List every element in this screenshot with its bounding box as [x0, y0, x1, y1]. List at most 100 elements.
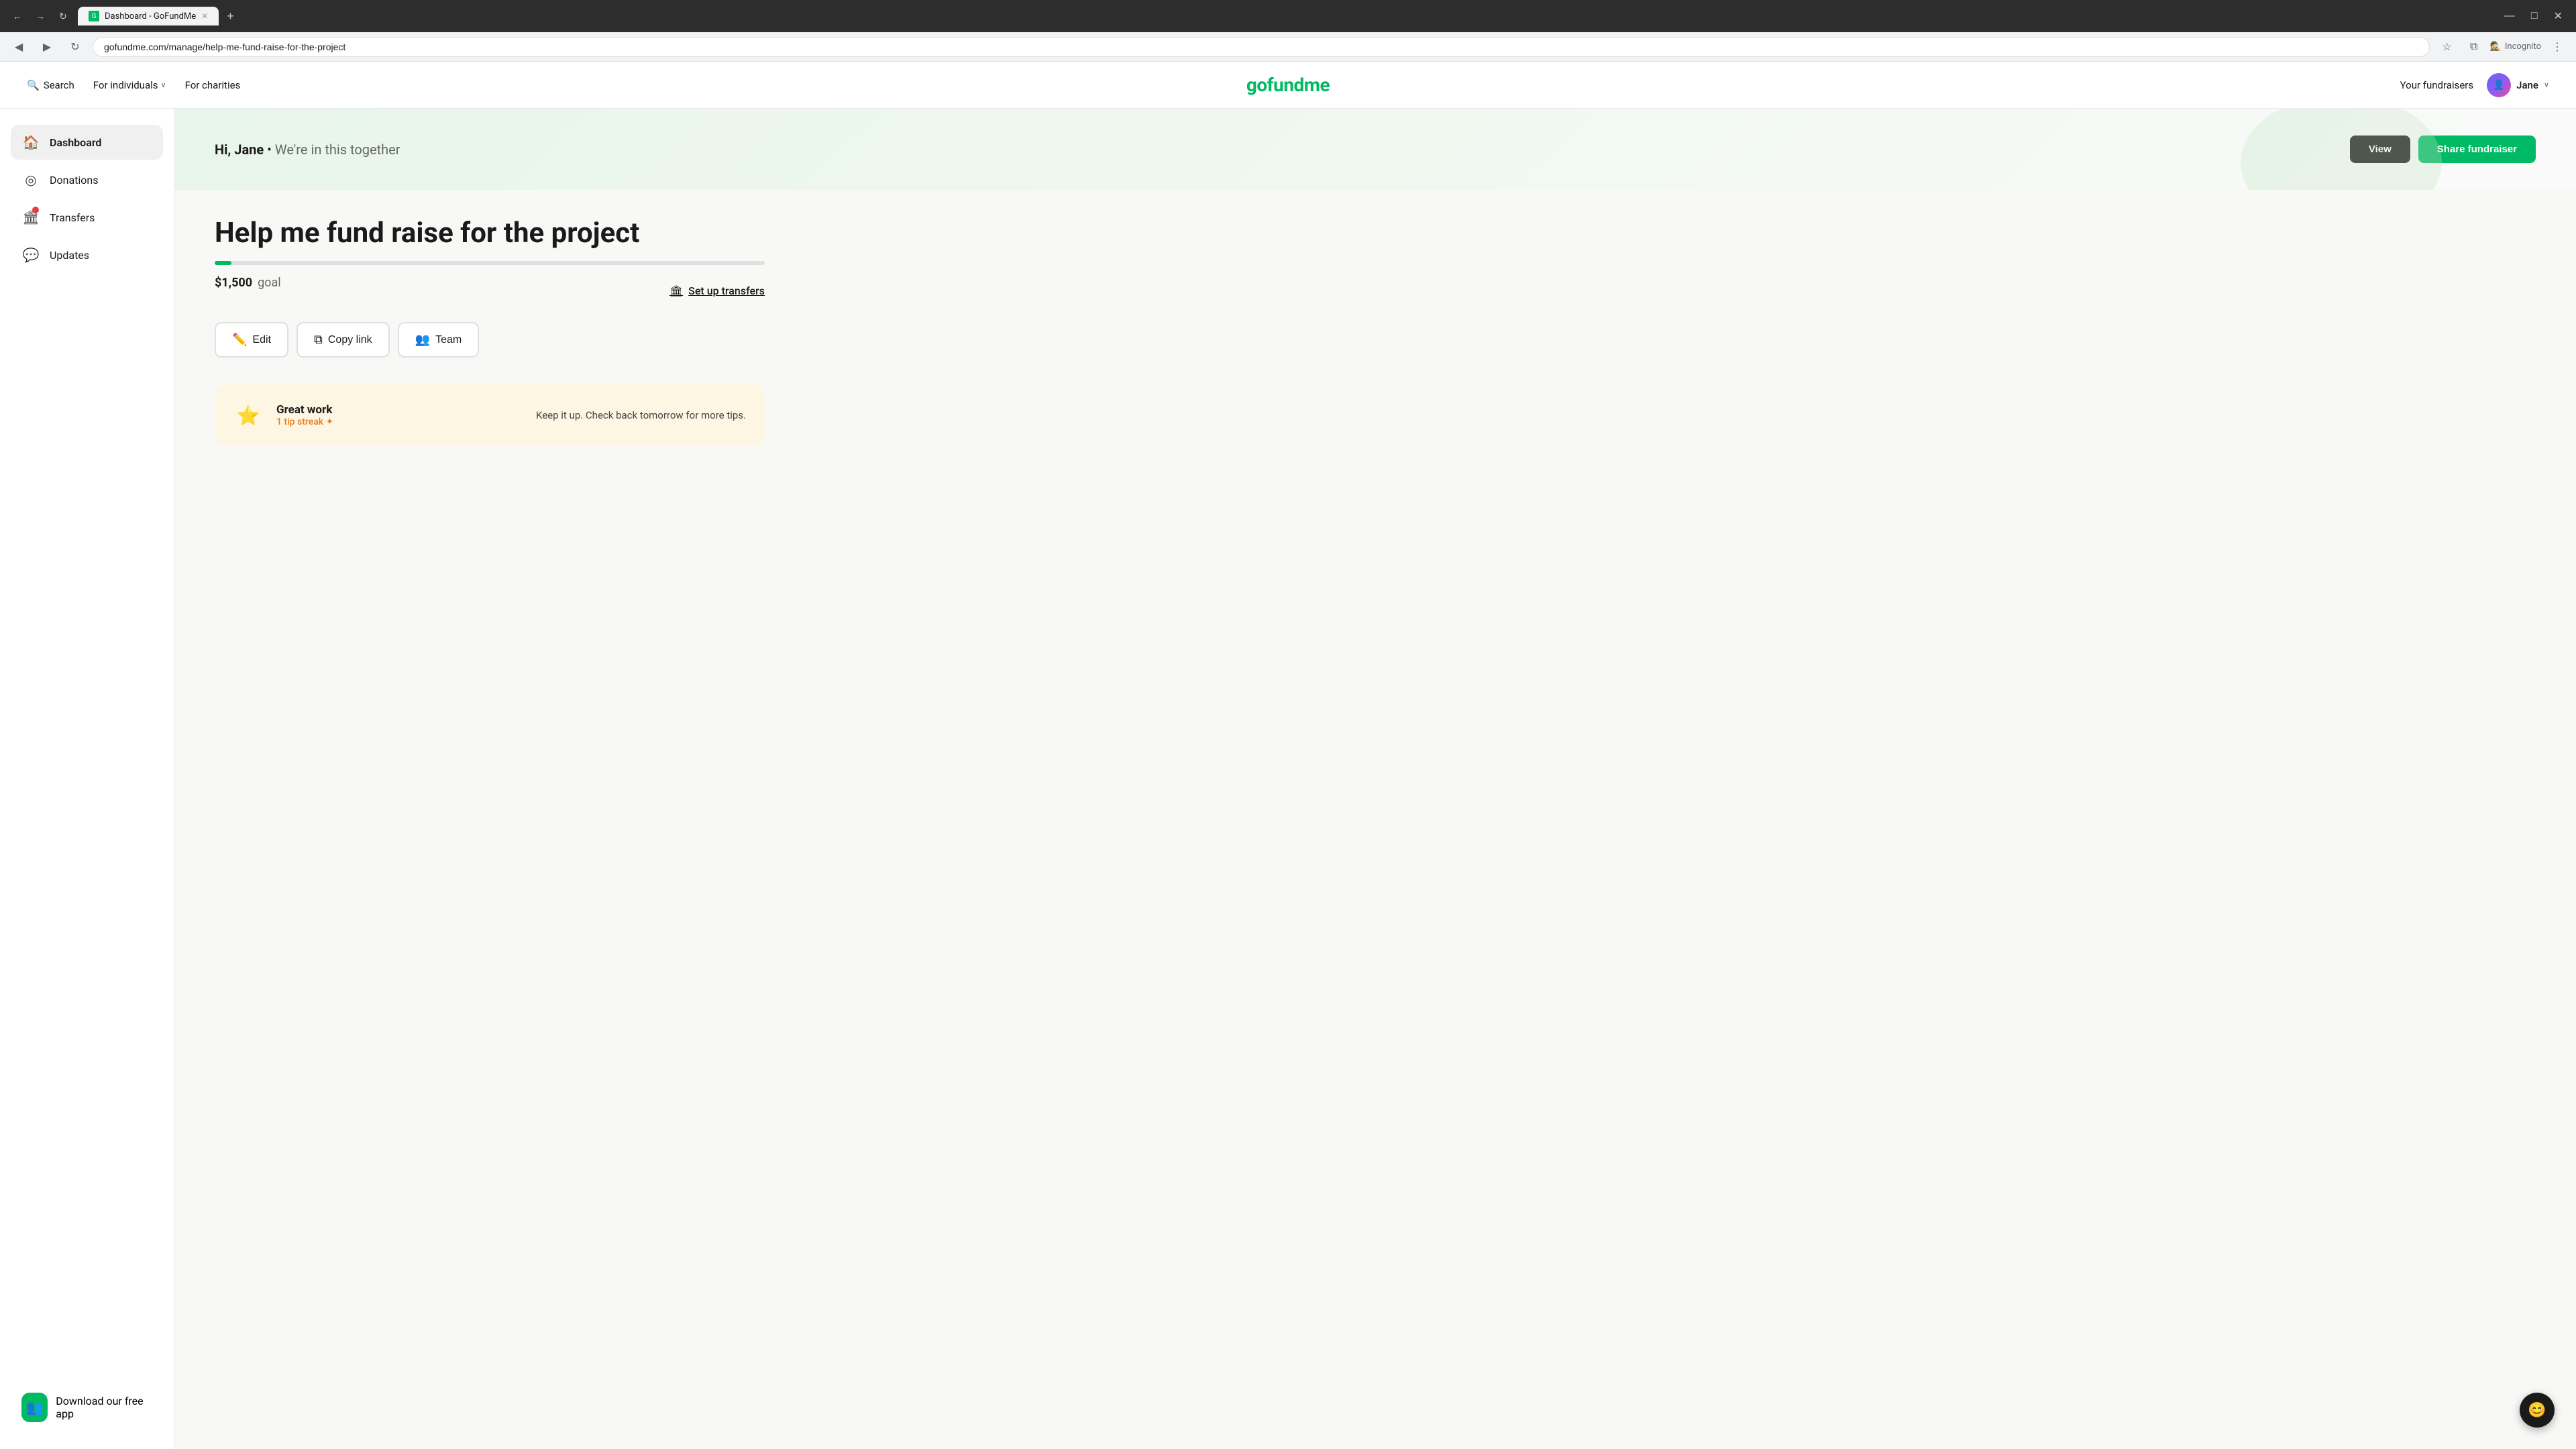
edit-label: Edit [252, 334, 271, 346]
maximize-button[interactable]: □ [2526, 8, 2543, 24]
greeting-text: Hi, Jane • We're in this together [215, 142, 400, 158]
minimize-button[interactable]: — [2499, 8, 2520, 24]
sidebar-item-transfers[interactable]: 🏛 Transfers [11, 200, 163, 235]
tip-streak: 1 tip streak ✦ [276, 417, 523, 427]
for-charities-label: For charities [185, 79, 241, 91]
refresh-nav-button[interactable]: ↻ [64, 36, 86, 58]
for-individuals-link[interactable]: For individuals ∨ [93, 79, 166, 91]
copy-link-label: Copy link [328, 334, 372, 346]
back-nav-button[interactable]: ◀ [8, 36, 30, 58]
chat-icon: 😊 [2528, 1402, 2546, 1419]
team-label: Team [435, 334, 462, 346]
tip-title: Great work [276, 403, 523, 417]
fundraiser-title: Help me fund raise for the project [215, 217, 2536, 250]
menu-button[interactable]: ⋮ [2546, 36, 2568, 58]
address-input[interactable] [93, 37, 2430, 57]
tab-title: Dashboard - GoFundMe [105, 11, 196, 21]
active-tab[interactable]: G Dashboard - GoFundMe ✕ [78, 7, 219, 25]
setup-transfers-label: Set up transfers [688, 284, 765, 297]
your-fundraisers-link[interactable]: Your fundraisers [2400, 79, 2474, 91]
team-button[interactable]: 👥 Team [398, 322, 480, 358]
sidebar-item-label-donations: Donations [50, 174, 99, 186]
search-link[interactable]: 🔍 Search [27, 79, 74, 91]
goal-amount: $1,500 [215, 276, 252, 290]
tip-section: ⭐ Great work 1 tip streak ✦ Keep it up. … [174, 384, 2576, 473]
action-buttons: ✏️ Edit ⧉ Copy link 👥 Team [215, 322, 2536, 358]
tip-star-icon: ⭐ [233, 400, 263, 430]
donations-icon: ◎ [21, 170, 40, 189]
progress-bar-fill [215, 261, 231, 265]
bookmark-button[interactable]: ☆ [2436, 36, 2458, 58]
incognito-label: Incognito [2505, 42, 2541, 52]
incognito-icon: 🕵 [2490, 42, 2501, 52]
forward-nav-button[interactable]: ▶ [36, 36, 58, 58]
header-left: 🔍 Search For individuals ∨ For charities [27, 79, 240, 91]
user-chevron-icon: ∨ [2544, 80, 2549, 89]
browser-controls: ← → ↻ [8, 7, 72, 25]
edit-icon: ✏️ [232, 333, 247, 347]
copy-link-button[interactable]: ⧉ Copy link [297, 322, 390, 358]
greeting-subtitle: We're in this together [275, 142, 400, 158]
user-avatar: 👤 [2487, 73, 2511, 97]
browser-chrome: ← → ↻ G Dashboard - GoFundMe ✕ + — □ ✕ [0, 0, 2576, 32]
for-individuals-label: For individuals [93, 79, 158, 91]
tip-card: ⭐ Great work 1 tip streak ✦ Keep it up. … [215, 384, 765, 446]
notification-dot [32, 207, 39, 213]
main-layout: 🏠 Dashboard ◎ Donations 🏛 Transfers 💬 Up… [0, 109, 2576, 1449]
greeting-separator: • [267, 142, 275, 158]
forward-button[interactable]: → [31, 7, 50, 25]
back-button[interactable]: ← [8, 7, 27, 25]
banner-actions: View Share fundraiser [2350, 136, 2536, 163]
sidebar: 🏠 Dashboard ◎ Donations 🏛 Transfers 💬 Up… [0, 109, 174, 1449]
view-button[interactable]: View [2350, 136, 2410, 163]
dashboard-icon: 🏠 [21, 133, 40, 152]
tab-close-button[interactable]: ✕ [201, 11, 208, 21]
updates-icon: 💬 [21, 246, 40, 264]
site-wrapper: 🔍 Search For individuals ∨ For charities… [0, 62, 2576, 1449]
sidebar-item-donations[interactable]: ◎ Donations [11, 162, 163, 197]
sidebar-item-dashboard[interactable]: 🏠 Dashboard [11, 125, 163, 160]
user-menu[interactable]: 👤 Jane ∨ [2487, 73, 2549, 97]
for-individuals-chevron: ∨ [161, 80, 166, 89]
sidebar-item-label-dashboard: Dashboard [50, 136, 101, 149]
share-fundraiser-button[interactable]: Share fundraiser [2418, 136, 2536, 163]
dashboard-banner: Hi, Jane • We're in this together View S… [174, 109, 2576, 190]
goal-text: $1,500 goal [215, 276, 281, 290]
chat-bubble[interactable]: 😊 [2520, 1393, 2555, 1428]
sidebar-item-updates[interactable]: 💬 Updates [11, 237, 163, 272]
goal-label: goal [258, 276, 281, 290]
sidebar-item-label-transfers: Transfers [50, 211, 95, 224]
address-actions: ☆ ⧉ 🕵 Incognito ⋮ [2436, 36, 2568, 58]
new-tab-button[interactable]: + [221, 7, 239, 26]
address-bar-row: ◀ ▶ ↻ ☆ ⧉ 🕵 Incognito ⋮ [0, 32, 2576, 62]
fundraiser-section: Help me fund raise for the project $1,50… [174, 190, 2576, 384]
for-charities-link[interactable]: For charities [185, 79, 241, 91]
search-icon: 🔍 [27, 79, 40, 91]
logo-center: gofundme [1246, 74, 1330, 96]
incognito-badge: 🕵 Incognito [2490, 42, 2541, 52]
sidebar-item-label-updates: Updates [50, 249, 89, 262]
download-app-link[interactable]: 👥 Download our free app [21, 1393, 152, 1422]
refresh-button[interactable]: ↻ [54, 7, 72, 25]
tab-favicon: G [89, 11, 99, 21]
gofundme-logo[interactable]: gofundme [1246, 74, 1330, 96]
main-content: Hi, Jane • We're in this together View S… [174, 109, 2576, 1449]
setup-transfers-link[interactable]: 🏛 Set up transfers [669, 284, 765, 297]
copy-icon: ⧉ [314, 333, 323, 347]
setup-transfers-icon: 🏛 [669, 284, 683, 297]
sidebar-bottom: 👥 Download our free app [11, 1382, 163, 1433]
tab-bar: G Dashboard - GoFundMe ✕ + [78, 7, 2493, 26]
user-name: Jane [2516, 79, 2538, 91]
app-icon: 👥 [21, 1393, 48, 1422]
site-header: 🔍 Search For individuals ∨ For charities… [0, 62, 2576, 109]
split-view-button[interactable]: ⧉ [2463, 36, 2485, 58]
goal-row: $1,500 goal 🏛 Set up transfers [215, 276, 765, 306]
download-app-label: Download our free app [56, 1395, 152, 1420]
tip-content: Great work 1 tip streak ✦ [276, 403, 523, 427]
edit-button[interactable]: ✏️ Edit [215, 322, 288, 358]
window-close-button[interactable]: ✕ [2548, 8, 2568, 24]
greeting-name: Hi, Jane [215, 142, 264, 158]
tip-body: Keep it up. Check back tomorrow for more… [536, 409, 746, 421]
progress-bar-container [215, 261, 765, 265]
header-right: Your fundraisers 👤 Jane ∨ [2400, 73, 2549, 97]
